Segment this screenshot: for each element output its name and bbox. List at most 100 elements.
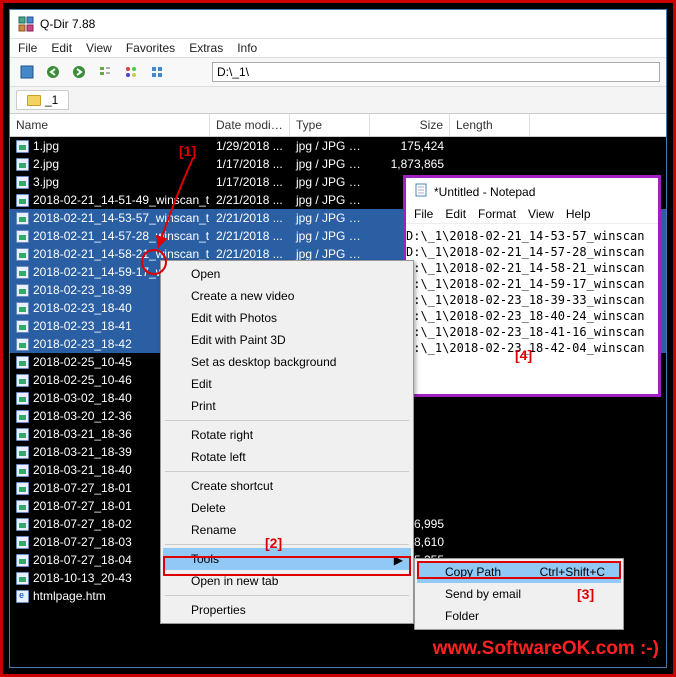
- tab[interactable]: _1: [16, 90, 69, 110]
- header-type[interactable]: Type: [290, 114, 370, 136]
- titlebar: Q-Dir 7.88: [10, 10, 666, 39]
- notepad-titlebar: *Untitled - Notepad: [406, 178, 658, 205]
- notepad-icon: [414, 183, 428, 200]
- file-icon: [16, 428, 29, 441]
- file-icon: [16, 464, 29, 477]
- file-name: 2018-02-23_18-42: [33, 337, 132, 351]
- file-date: 2/21/2018 ...: [210, 247, 290, 261]
- menu-item[interactable]: Rename: [163, 519, 411, 541]
- file-name: 2018-02-25_10-46: [33, 373, 132, 387]
- file-name: 2018-10-13_20-43: [33, 571, 132, 585]
- menu-file[interactable]: File: [18, 41, 37, 55]
- file-name: 2018-03-20_12-36: [33, 409, 132, 423]
- menu-item[interactable]: Set as desktop background: [163, 351, 411, 373]
- forward-button[interactable]: [68, 61, 90, 83]
- file-row[interactable]: 2.jpg 1/17/2018 ... jpg / JPG F... 1,873…: [10, 155, 666, 173]
- back-button[interactable]: [42, 61, 64, 83]
- menu-edit[interactable]: Edit: [51, 41, 72, 55]
- address-input[interactable]: [212, 62, 660, 82]
- header-name[interactable]: Name: [10, 114, 210, 136]
- file-name: 2018-02-25_10-45: [33, 355, 132, 369]
- menu-extras[interactable]: Extras: [189, 41, 223, 55]
- menu-item[interactable]: Edit with Paint 3D: [163, 329, 411, 351]
- menu-item[interactable]: Create shortcut: [163, 475, 411, 497]
- file-name: 2018-03-21_18-36: [33, 427, 132, 441]
- file-name: 1.jpg: [33, 139, 59, 153]
- file-name: 2018-02-21_14-51-49_winscan_t...: [33, 193, 210, 207]
- menu-info[interactable]: Info: [237, 41, 257, 55]
- view-button[interactable]: [146, 61, 168, 83]
- menu-item[interactable]: Edit with Photos: [163, 307, 411, 329]
- context-submenu: Copy PathCtrl+Shift+CSend by emailFolder: [414, 558, 624, 630]
- file-icon: [16, 374, 29, 387]
- header-length[interactable]: Length: [450, 114, 530, 136]
- menu-item[interactable]: Delete: [163, 497, 411, 519]
- menu-item[interactable]: Rotate left: [163, 446, 411, 468]
- file-date: 1/17/2018 ...: [210, 157, 290, 171]
- file-icon: [16, 446, 29, 459]
- file-icon: [16, 284, 29, 297]
- misc-button[interactable]: [120, 61, 142, 83]
- file-icon: [16, 212, 29, 225]
- submenu-item[interactable]: Copy PathCtrl+Shift+C: [417, 561, 621, 583]
- header-size[interactable]: Size: [370, 114, 450, 136]
- header-date[interactable]: Date modif...: [210, 114, 290, 136]
- file-name: htmlpage.htm: [33, 589, 106, 603]
- submenu-item[interactable]: Send by email: [417, 583, 621, 605]
- file-row[interactable]: 1.jpg 1/29/2018 ... jpg / JPG F... 175,4…: [10, 137, 666, 155]
- file-name: 2.jpg: [33, 157, 59, 171]
- menu-item[interactable]: Open in new tab: [163, 570, 411, 592]
- file-type: jpg / JPG F...: [290, 157, 370, 171]
- file-date: 1/17/2018 ...: [210, 175, 290, 189]
- file-icon: [16, 230, 29, 243]
- submenu-item[interactable]: Folder: [417, 605, 621, 627]
- file-date: 2/21/2018 ...: [210, 211, 290, 225]
- notepad-line: D:\_1\2018-02-21_14-59-17_winscan: [406, 276, 656, 292]
- menu-item[interactable]: Rotate right: [163, 424, 411, 446]
- submenu-arrow-icon: ▶: [394, 553, 403, 567]
- app-icon: [18, 16, 34, 32]
- menu-item[interactable]: Properties: [163, 599, 411, 621]
- file-name: 2018-07-27_18-01: [33, 481, 132, 495]
- context-menu: OpenCreate a new videoEdit with PhotosEd…: [160, 260, 414, 624]
- menu-separator: [165, 420, 409, 421]
- file-icon: [16, 158, 29, 171]
- notepad-line: D:\_1\2018-02-23_18-39-33_winscan: [406, 292, 656, 308]
- menu-item-tools[interactable]: Tools▶: [163, 548, 411, 570]
- notepad-line: D:\_1\2018-02-21_14-57-28_winscan: [406, 244, 656, 260]
- file-icon: [16, 338, 29, 351]
- notepad-menu-view[interactable]: View: [528, 207, 554, 221]
- file-name: 2018-07-27_18-02: [33, 517, 132, 531]
- menu-item[interactable]: Print: [163, 395, 411, 417]
- menu-item[interactable]: Create a new video: [163, 285, 411, 307]
- notepad-menu-format[interactable]: Format: [478, 207, 516, 221]
- menu-separator: [165, 544, 409, 545]
- tab-label: _1: [45, 93, 58, 107]
- file-icon: [16, 590, 29, 603]
- notepad-menubar: File Edit Format View Help: [406, 205, 658, 224]
- notepad-menu-file[interactable]: File: [414, 207, 433, 221]
- file-icon: [16, 194, 29, 207]
- file-name: 2018-03-21_18-39: [33, 445, 132, 459]
- file-name: 2018-03-21_18-40: [33, 463, 132, 477]
- file-name: 2018-03-02_18-40: [33, 391, 132, 405]
- file-icon: [16, 482, 29, 495]
- menu-item[interactable]: Open: [163, 263, 411, 285]
- layout-button[interactable]: [16, 61, 38, 83]
- file-icon: [16, 500, 29, 513]
- notepad-menu-help[interactable]: Help: [566, 207, 591, 221]
- file-icon: [16, 140, 29, 153]
- menu-view[interactable]: View: [86, 41, 112, 55]
- column-headers: Name Date modif... Type Size Length: [10, 114, 666, 137]
- notepad-body[interactable]: D:\_1\2018-02-21_14-53-57_winscanD:\_1\2…: [406, 224, 658, 394]
- menu-favorites[interactable]: Favorites: [126, 41, 175, 55]
- file-type: jpg / JPG F...: [290, 229, 370, 243]
- notepad-menu-edit[interactable]: Edit: [445, 207, 466, 221]
- file-type: jpg / JPG F...: [290, 247, 370, 261]
- file-size: 175,424: [370, 139, 450, 153]
- tree-button[interactable]: [94, 61, 116, 83]
- file-icon: [16, 536, 29, 549]
- file-name: 2018-02-21_14-58-21_winscan_t...: [33, 247, 210, 261]
- file-type: jpg / JPG F...: [290, 139, 370, 153]
- menu-item[interactable]: Edit: [163, 373, 411, 395]
